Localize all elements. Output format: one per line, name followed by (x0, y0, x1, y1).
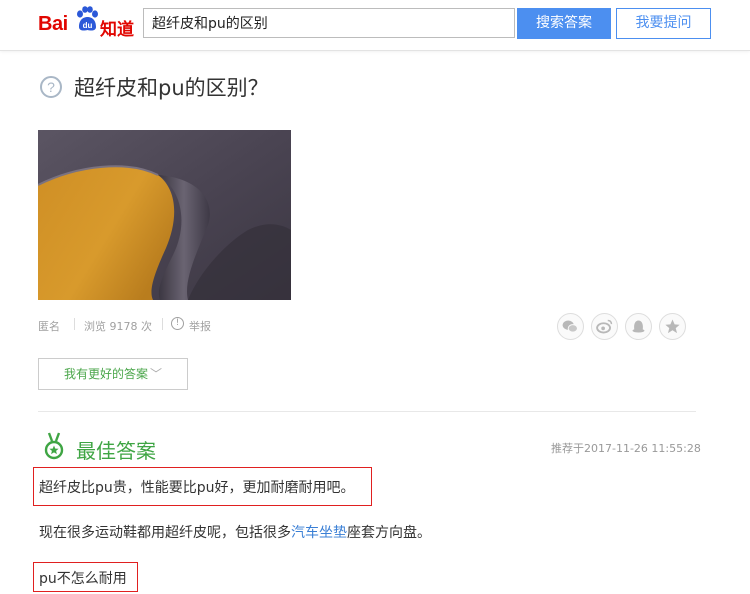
search-answers-button[interactable]: 搜索答案 (517, 8, 611, 39)
logo-zhidao-text: 知道 (100, 20, 134, 40)
view-count: 浏览 9178 次 (84, 320, 152, 333)
answer-paragraph-2: 现在很多运动鞋都用超纤皮呢，包括很多汽车坐垫座套方向盘。 (39, 522, 431, 542)
meta-divider (162, 318, 163, 330)
question-circle-icon: ? (40, 76, 62, 98)
answer-text: 现在很多运动鞋都用超纤皮呢，包括很多 (39, 525, 291, 541)
search-input[interactable] (143, 8, 515, 38)
car-seat-cushion-link[interactable]: 汽车坐垫 (291, 525, 347, 541)
question-title: 超纤皮和pu的区别？ (74, 76, 269, 100)
report-link[interactable]: 举报 (189, 318, 211, 334)
qq-icon[interactable] (625, 313, 652, 340)
medal-icon (44, 432, 64, 460)
author-label[interactable]: 匿名 (38, 318, 60, 334)
recommend-time: 推荐于2017-11-26 11:55:28 (551, 442, 701, 455)
star-icon[interactable] (659, 313, 686, 340)
best-answer-title: 最佳答案 (76, 439, 156, 463)
answer-text: 座套方向盘。 (347, 525, 431, 541)
ask-question-button[interactable]: 我要提问 (616, 8, 711, 39)
highlight-box (33, 467, 372, 506)
top-header: Bai du 知道 搜索答案 我要提问 (0, 0, 750, 51)
chevron-down-icon: ﹀ (150, 367, 163, 381)
baidu-paw-icon: du (77, 6, 98, 31)
logo-bai-text: Bai (38, 13, 68, 35)
weibo-icon[interactable] (591, 313, 618, 340)
baidu-zhidao-logo[interactable]: Bai du 知道 (38, 5, 138, 43)
question-image[interactable] (38, 130, 291, 300)
wechat-icon[interactable] (557, 313, 584, 340)
logo-du-text: du (83, 21, 93, 30)
better-answer-label: 我有更好的答案 (63, 367, 148, 381)
better-answer-button[interactable]: 我有更好的答案 ﹀ (38, 358, 188, 390)
highlight-box (33, 562, 138, 592)
section-divider (38, 411, 696, 412)
meta-divider (74, 318, 75, 330)
report-icon[interactable]: ! (171, 317, 184, 330)
